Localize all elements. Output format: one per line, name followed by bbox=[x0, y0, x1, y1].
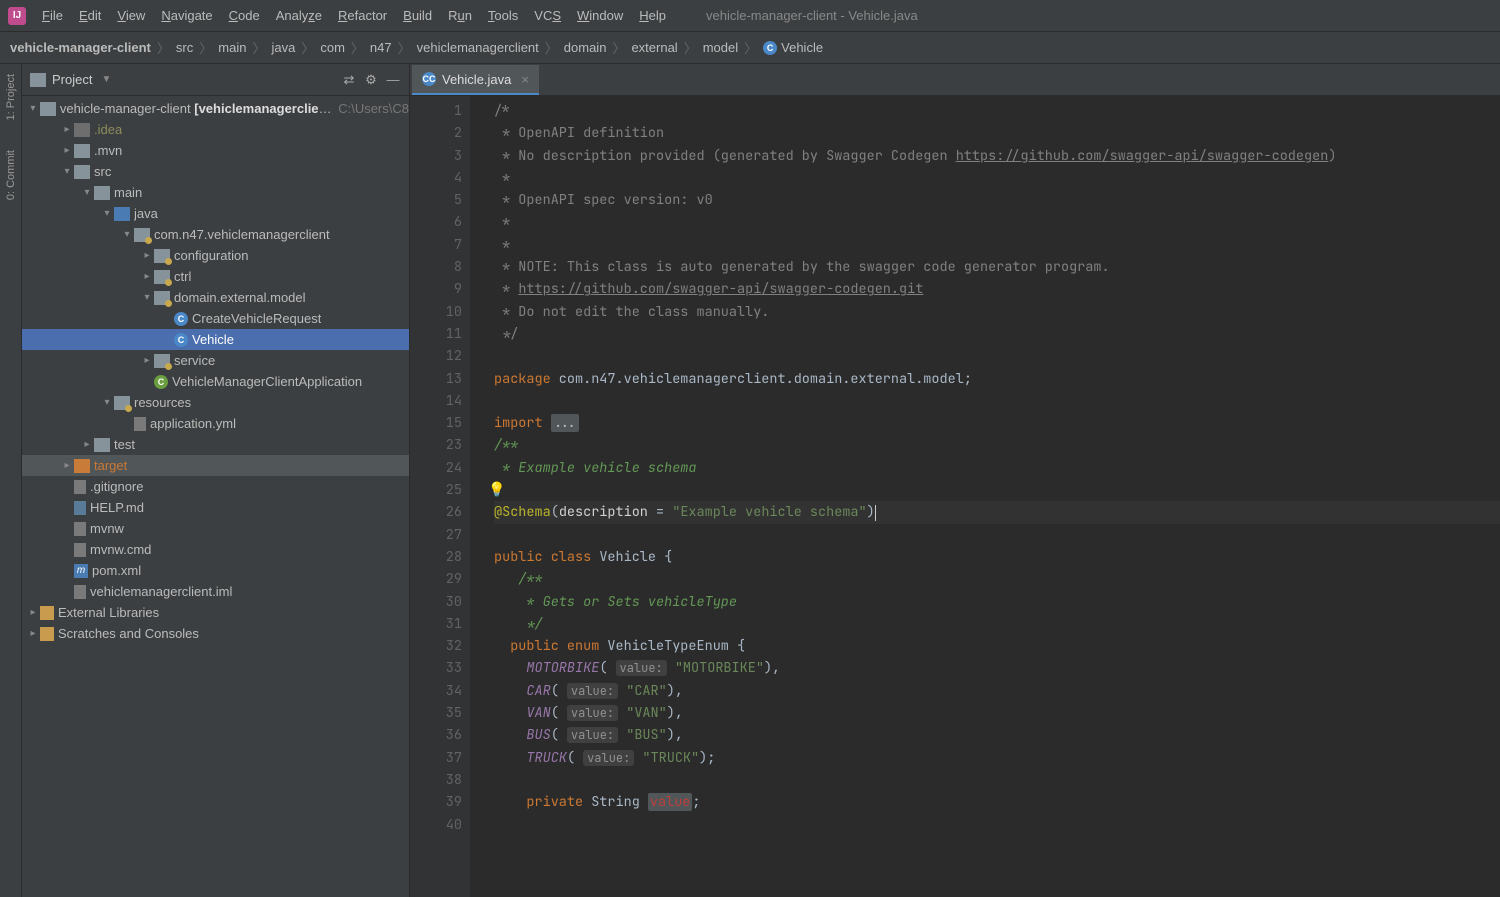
project-panel: Project ▼ ⇄ ⚙ — ▾ vehicle-manager-client… bbox=[22, 64, 410, 897]
gutter[interactable]: 12 34 56 78 910 1112 1314 1523 2425 2627… bbox=[410, 96, 470, 897]
project-folder-icon bbox=[30, 73, 46, 87]
file-icon bbox=[74, 480, 86, 494]
editor-tab-vehicle[interactable]: C Vehicle.java × bbox=[412, 65, 539, 95]
tree-mvn[interactable]: ▸.mvn bbox=[22, 140, 409, 161]
tree-basepkg[interactable]: ▾com.n47.vehiclemanagerclient bbox=[22, 224, 409, 245]
menu-help[interactable]: Help bbox=[633, 4, 672, 27]
rail-commit[interactable]: 0: Commit bbox=[5, 150, 17, 200]
crumb-4[interactable]: com bbox=[320, 40, 345, 55]
breadcrumb: vehicle-manager-client〉 src〉 main〉 java〉… bbox=[0, 32, 1500, 64]
menu-vcs[interactable]: VCS bbox=[528, 4, 567, 27]
menu-refactor[interactable]: Refactor bbox=[332, 4, 393, 27]
window-title: vehicle-manager-client - Vehicle.java bbox=[706, 8, 918, 23]
tree-ctrl[interactable]: ▸ctrl bbox=[22, 266, 409, 287]
tree-configuration[interactable]: ▸configuration bbox=[22, 245, 409, 266]
crumb-3[interactable]: java bbox=[271, 40, 295, 55]
collapse-icon[interactable]: — bbox=[385, 72, 401, 88]
tree-scratches[interactable]: ▸Scratches and Consoles bbox=[22, 623, 409, 644]
tree-mvnw-cmd[interactable]: mvnw.cmd bbox=[22, 539, 409, 560]
menu-view[interactable]: View bbox=[111, 4, 151, 27]
library-icon bbox=[40, 606, 54, 620]
select-opened-file-icon[interactable]: ⇄ bbox=[341, 72, 357, 88]
menu-navigate[interactable]: Navigate bbox=[155, 4, 218, 27]
close-tab-icon[interactable]: × bbox=[521, 72, 529, 87]
menu-build[interactable]: Build bbox=[397, 4, 438, 27]
file-icon bbox=[74, 543, 86, 557]
menu-code[interactable]: Code bbox=[223, 4, 266, 27]
class-icon bbox=[174, 312, 188, 326]
editor-tab-bar: C Vehicle.java × bbox=[410, 64, 1500, 96]
tree-root[interactable]: ▾ vehicle-manager-client [vehiclemanager… bbox=[22, 98, 409, 119]
chevron-down-icon[interactable]: ▼ bbox=[101, 74, 111, 85]
menu-bar: IJ File Edit View Navigate Code Analyze … bbox=[0, 0, 1500, 32]
tree-app-class[interactable]: VehicleManagerClientApplication bbox=[22, 371, 409, 392]
tree-application-yml[interactable]: application.yml bbox=[22, 413, 409, 434]
spring-class-icon bbox=[154, 375, 168, 389]
editor-area: C Vehicle.java × 12 34 56 78 910 1112 13… bbox=[410, 64, 1500, 897]
md-file-icon bbox=[74, 501, 86, 515]
file-icon bbox=[74, 585, 86, 599]
crumb-2[interactable]: main bbox=[218, 40, 246, 55]
menu-analyze[interactable]: Analyze bbox=[270, 4, 328, 27]
gear-icon[interactable]: ⚙ bbox=[363, 72, 379, 88]
project-panel-title: Project bbox=[52, 72, 92, 87]
tree-main[interactable]: ▾main bbox=[22, 182, 409, 203]
yml-file-icon bbox=[134, 417, 146, 431]
menu-file[interactable]: File bbox=[36, 4, 69, 27]
crumb-7[interactable]: domain bbox=[564, 40, 607, 55]
tree-external-libraries[interactable]: ▸External Libraries bbox=[22, 602, 409, 623]
file-icon bbox=[74, 522, 86, 536]
crumb-10[interactable]: CVehicle bbox=[763, 40, 823, 55]
intention-bulb-icon[interactable]: 💡 bbox=[488, 481, 505, 499]
tree-mvnw[interactable]: mvnw bbox=[22, 518, 409, 539]
class-icon bbox=[174, 333, 188, 347]
menu-tools[interactable]: Tools bbox=[482, 4, 524, 27]
maven-file-icon bbox=[74, 564, 88, 578]
class-icon: C bbox=[422, 72, 436, 86]
menu-window[interactable]: Window bbox=[571, 4, 629, 27]
crumb-1[interactable]: src bbox=[176, 40, 193, 55]
scratches-icon bbox=[40, 627, 54, 641]
tree-src[interactable]: ▾src bbox=[22, 161, 409, 182]
tree-service[interactable]: ▸service bbox=[22, 350, 409, 371]
menu-edit[interactable]: Edit bbox=[73, 4, 107, 27]
project-tree[interactable]: ▾ vehicle-manager-client [vehiclemanager… bbox=[22, 96, 409, 897]
tree-domain-ext-model[interactable]: ▾domain.external.model bbox=[22, 287, 409, 308]
rail-project[interactable]: 1: Project bbox=[5, 74, 17, 120]
code-content[interactable]: /* * OpenAPI definition * No description… bbox=[470, 96, 1500, 897]
app-icon: IJ bbox=[8, 7, 26, 25]
crumb-5[interactable]: n47 bbox=[370, 40, 392, 55]
tree-resources[interactable]: ▾resources bbox=[22, 392, 409, 413]
crumb-0[interactable]: vehicle-manager-client bbox=[10, 40, 151, 55]
tree-vehicle[interactable]: Vehicle bbox=[22, 329, 409, 350]
code-editor[interactable]: 12 34 56 78 910 1112 1314 1523 2425 2627… bbox=[410, 96, 1500, 897]
tree-help-md[interactable]: HELP.md bbox=[22, 497, 409, 518]
tree-idea[interactable]: ▸.idea bbox=[22, 119, 409, 140]
project-panel-header: Project ▼ ⇄ ⚙ — bbox=[22, 64, 409, 96]
crumb-8[interactable]: external bbox=[631, 40, 677, 55]
tree-java[interactable]: ▾java bbox=[22, 203, 409, 224]
left-tool-rail: 1: Project 0: Commit bbox=[0, 64, 22, 897]
tab-label: Vehicle.java bbox=[442, 72, 511, 87]
tree-iml[interactable]: vehiclemanagerclient.iml bbox=[22, 581, 409, 602]
crumb-9[interactable]: model bbox=[703, 40, 738, 55]
menu-run[interactable]: Run bbox=[442, 4, 478, 27]
tree-target[interactable]: ▸target bbox=[22, 455, 409, 476]
tree-test[interactable]: ▸test bbox=[22, 434, 409, 455]
tree-pom-xml[interactable]: pom.xml bbox=[22, 560, 409, 581]
tree-create-vehicle-request[interactable]: CreateVehicleRequest bbox=[22, 308, 409, 329]
crumb-6[interactable]: vehiclemanagerclient bbox=[417, 40, 539, 55]
tree-gitignore[interactable]: .gitignore bbox=[22, 476, 409, 497]
